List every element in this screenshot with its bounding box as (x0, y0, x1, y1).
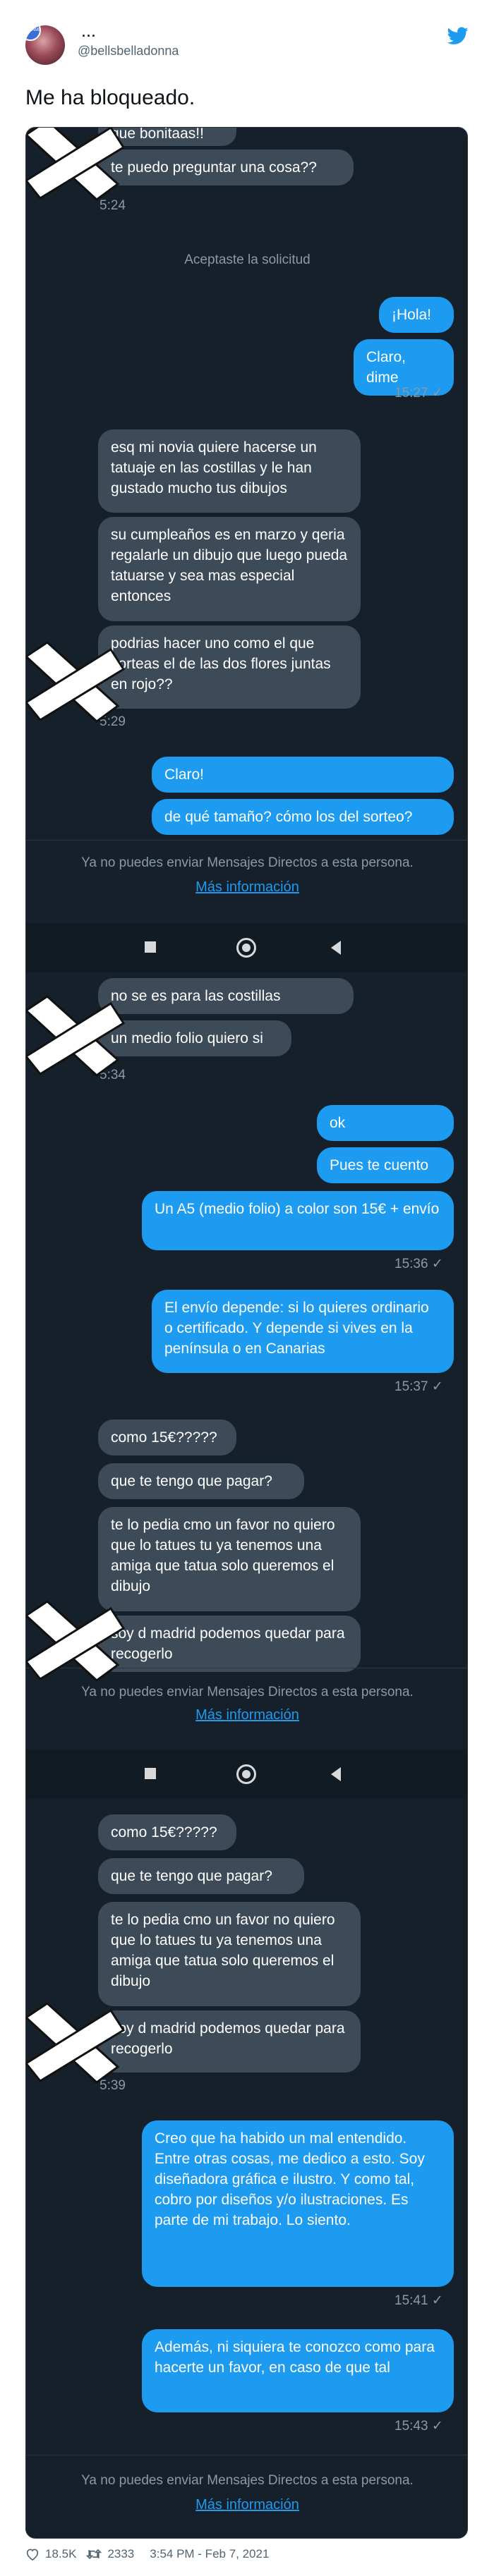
outgoing-message[interactable]: Creo que ha habido un mal entendido. Ent… (142, 2120, 454, 2287)
censor-mask-icon (26, 995, 125, 1077)
more-info-link[interactable]: Más información (26, 2497, 467, 2513)
outgoing-message[interactable]: El envío depende: si lo quieres ordinari… (152, 1290, 454, 1373)
twitter-bird-icon[interactable] (447, 27, 469, 45)
message-time: 15:27 ✓ (394, 386, 443, 401)
retweet-count: 2333 (107, 2547, 135, 2560)
user-name[interactable]: ... (82, 25, 97, 40)
more-info-link[interactable]: Más información (26, 879, 467, 896)
outgoing-message[interactable]: de qué tamaño? cómo los del sorteo? (152, 799, 454, 835)
censor-mask-icon (26, 2002, 125, 2084)
more-info-link[interactable]: Más información (26, 1707, 467, 1723)
outgoing-message[interactable]: ¡Hola! (379, 297, 454, 333)
dm-screenshot: que bonitaas!! te puedo preguntar una co… (25, 127, 468, 2539)
censor-mask-icon (26, 1600, 125, 1682)
tweet-text: Me ha bloqueado. (25, 86, 195, 109)
back-icon[interactable] (331, 1767, 341, 1781)
recent-apps-icon[interactable] (145, 941, 156, 953)
user-handle[interactable]: @bellsbelladonna (78, 44, 179, 59)
retweet-icon[interactable] (86, 2548, 102, 2560)
incoming-message[interactable]: como 15€????? (98, 1420, 236, 1455)
message-time: 15:37 ✓ (394, 1379, 443, 1394)
incoming-message[interactable]: su cumpleaños es en marzo y qeria regala… (98, 517, 361, 621)
incoming-message[interactable]: te puedo preguntar una cosa?? (98, 149, 354, 185)
message-time: 15:36 ✓ (394, 1257, 443, 1271)
message-time: 15:41 ✓ (394, 2293, 443, 2308)
like-count: 18.5K (45, 2547, 77, 2560)
meneame-badge: MENEAME (25, 25, 41, 41)
incoming-message[interactable]: podrias hacer uno como el que sorteas el… (98, 625, 361, 709)
recent-apps-icon[interactable] (145, 1768, 156, 1779)
dm-closed-notice: Ya no puedes enviar Mensajes Directos a … (81, 855, 414, 870)
home-icon[interactable] (236, 938, 256, 958)
tweet-timestamp: 3:54 PM - Feb 7, 2021 (150, 2547, 270, 2560)
censor-mask-icon (26, 128, 125, 201)
android-navbar (26, 923, 467, 972)
incoming-message[interactable]: no se es para las costillas (98, 978, 354, 1014)
incoming-message[interactable]: como 15€????? (98, 1814, 236, 1850)
avatar[interactable]: MENEAME (25, 25, 65, 65)
outgoing-message[interactable]: Claro! (152, 757, 454, 793)
dm-closed-notice: Ya no puedes enviar Mensajes Directos a … (81, 2473, 414, 2488)
censor-mask-icon (26, 641, 125, 723)
outgoing-message[interactable]: Pues te cuento (317, 1147, 454, 1183)
system-message: Aceptaste la solicitud (184, 252, 311, 267)
incoming-message[interactable]: un medio folio quiero si (98, 1020, 291, 1056)
incoming-message[interactable]: soy d madrid podemos quedar para recoger… (98, 2010, 361, 2073)
tweet-footer: 18.5K 2333 3:54 PM - Feb 7, 2021 (25, 2547, 468, 2561)
incoming-message[interactable]: que te tengo que pagar? (98, 1858, 304, 1894)
android-navbar (26, 1750, 467, 1799)
outgoing-message[interactable]: ok (317, 1105, 454, 1141)
outgoing-message[interactable]: Un A5 (medio folio) a color son 15€ + en… (142, 1191, 454, 1250)
divider (26, 840, 467, 841)
tweet-header: MENEAME ... @bellsbelladonna (0, 0, 494, 78)
incoming-message[interactable]: soy d madrid podemos quedar para recoger… (98, 1616, 361, 1672)
dm-closed-notice: Ya no puedes enviar Mensajes Directos a … (81, 1685, 414, 1699)
outgoing-message[interactable]: Además, ni siquiera te conozco como para… (142, 2329, 454, 2412)
home-icon[interactable] (236, 1764, 256, 1784)
back-icon[interactable] (331, 941, 341, 955)
message-time: 15:43 ✓ (394, 2419, 443, 2434)
heart-icon[interactable] (25, 2548, 40, 2560)
incoming-message[interactable]: te lo pedia cmo un favor no quiero que l… (98, 1902, 361, 2006)
incoming-message[interactable]: que te tengo que pagar? (98, 1463, 304, 1499)
incoming-message[interactable]: esq mi novia quiere hacerse un tatuaje e… (98, 429, 361, 513)
incoming-message[interactable]: te lo pedia cmo un favor no quiero que l… (98, 1507, 361, 1611)
